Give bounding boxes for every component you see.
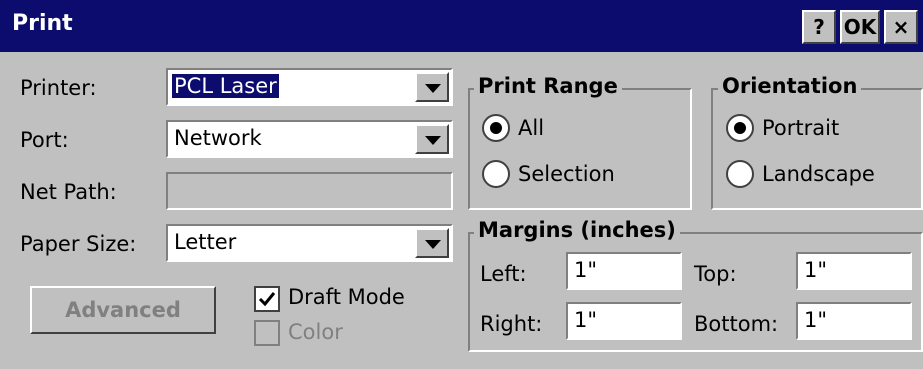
close-button[interactable]: × [884,10,918,44]
orientation-portrait-label: Portrait [762,116,840,140]
radio-dot [734,122,746,134]
margin-bottom-label: Bottom: [694,312,779,336]
orientation-landscape-label: Landscape [762,162,875,186]
checkmark-icon [258,292,276,307]
title-bar [0,0,923,52]
ok-button[interactable]: OK [840,10,880,44]
paper-size-value: Letter [174,230,237,254]
port-dropdown[interactable]: Network [166,120,453,158]
margin-top-label: Top: [694,262,737,286]
ok-label: OK [843,15,877,39]
draft-mode-checkbox[interactable] [254,286,280,312]
help-button[interactable]: ? [802,10,836,44]
draft-mode-label: Draft Mode [288,285,405,309]
printer-label: Printer: [20,76,97,100]
window-title: Print [12,11,73,36]
chevron-down-icon [425,136,441,145]
margins-title: Margins (inches) [474,218,680,242]
port-value: Network [174,126,262,150]
port-dropdown-button[interactable] [415,124,449,154]
orientation-title: Orientation [718,74,862,98]
margin-top-field[interactable]: 1" [796,252,912,290]
margin-bottom-value: 1" [804,308,828,332]
print-range-title: Print Range [474,74,622,98]
margin-left-label: Left: [480,262,527,286]
help-icon: ? [813,15,825,39]
print-range-group [468,88,692,210]
orientation-group [711,88,923,210]
margin-right-value: 1" [574,308,598,332]
printer-value: PCL Laser [171,73,280,99]
chevron-down-icon [425,84,441,93]
printer-dropdown-button[interactable] [415,72,449,102]
print-range-selection-radio[interactable] [482,160,510,188]
margin-right-field[interactable]: 1" [566,302,682,340]
orientation-portrait-radio[interactable] [726,114,754,142]
orientation-landscape-radio[interactable] [726,160,754,188]
advanced-button[interactable]: Advanced [30,286,216,334]
margin-left-field[interactable]: 1" [566,252,682,290]
margin-left-value: 1" [574,258,598,282]
paper-size-dropdown-button[interactable] [415,228,449,258]
print-range-selection-label: Selection [518,162,615,186]
color-checkbox[interactable] [254,320,280,346]
net-path-field[interactable] [166,172,453,210]
printer-dropdown[interactable]: PCL Laser [166,68,453,106]
paper-size-dropdown[interactable]: Letter [166,224,453,262]
margin-right-label: Right: [480,312,543,336]
close-icon: × [892,15,910,39]
color-label: Color [288,320,343,344]
print-range-all-label: All [518,116,545,140]
margin-bottom-field[interactable]: 1" [796,302,912,340]
print-range-all-radio[interactable] [482,114,510,142]
radio-dot [490,122,502,134]
net-path-label: Net Path: [20,180,117,204]
chevron-down-icon [425,240,441,249]
margin-top-value: 1" [804,258,828,282]
port-label: Port: [20,128,69,152]
paper-size-label: Paper Size: [20,232,137,256]
